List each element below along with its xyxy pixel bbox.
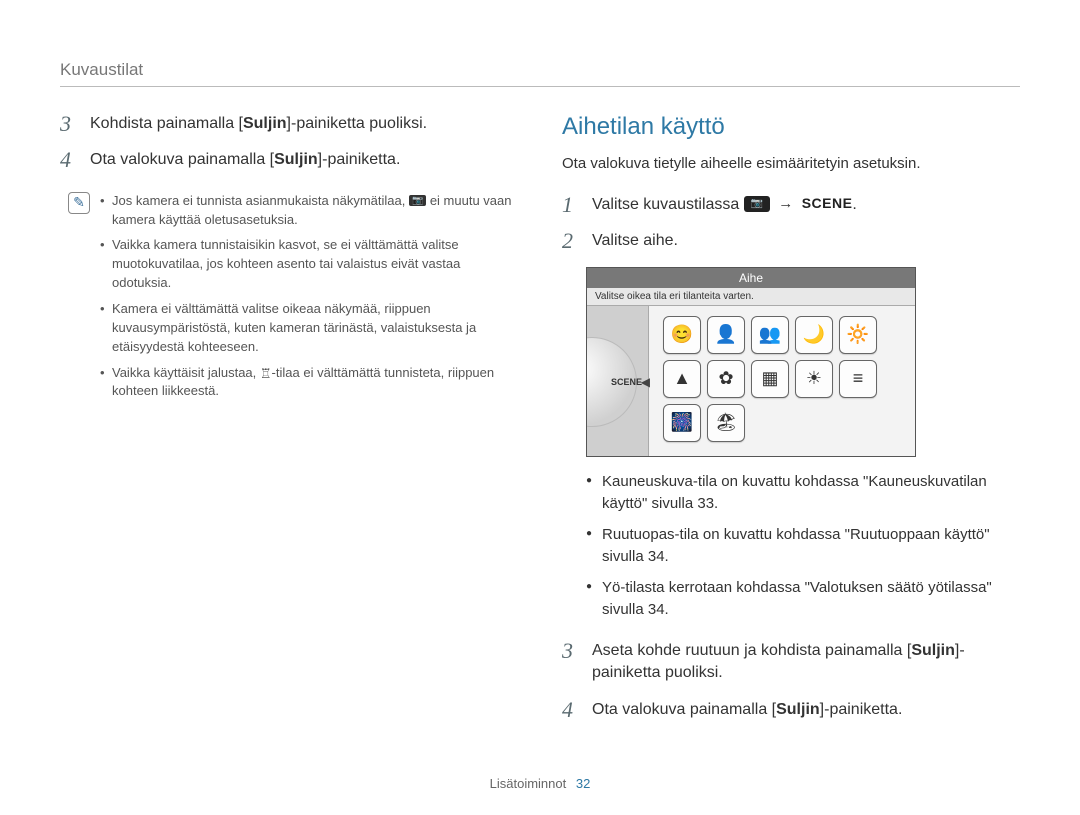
note-item: Kamera ei välttämättä valitse oikeaa näk…	[100, 300, 518, 357]
right-step-4: 4 Ota valokuva painamalla [Suljin]-paini…	[562, 699, 1020, 721]
scene-cell: ✿	[707, 360, 745, 398]
step-number: 2	[562, 230, 580, 252]
scene-cell: 🎆	[663, 404, 701, 442]
smart-icon: 📷	[409, 195, 426, 206]
scene-cell: ≡	[839, 360, 877, 398]
step-text: Valitse kuvaustilassa 📷 → SCENE.	[592, 194, 1020, 216]
mode-dial: SCENE ◀	[587, 306, 649, 457]
breadcrumb: Kuvaustilat	[60, 60, 1020, 87]
scene-cell: ☀	[795, 360, 833, 398]
sub-bullet-item: Yö-tilasta kerrotaan kohdassa "Valotukse…	[586, 577, 1020, 622]
step-text: Valitse aihe.	[592, 230, 1020, 252]
note-item: Jos kamera ei tunnista asianmukaista näk…	[100, 192, 518, 230]
scene-grid: 😊 👤 👥 🌙 🔆 ▲ ✿ ▦ ☀ ≡ 🎆 🏖	[649, 306, 915, 457]
arrow-icon: →	[778, 193, 793, 214]
scene-cell: ▦	[751, 360, 789, 398]
page-footer: Lisätoiminnot 32	[0, 776, 1080, 791]
left-column: 3 Kohdista painamalla [Suljin]-painikett…	[60, 113, 518, 735]
step-text: Aseta kohde ruutuun ja kohdista painamal…	[592, 640, 1020, 685]
note-icon: ✎	[68, 192, 90, 214]
scene-icon: SCENE	[802, 194, 853, 214]
tripod-icon: ♖	[260, 367, 272, 380]
intro-paragraph: Ota valokuva tietylle aiheelle esimäärit…	[562, 153, 1020, 174]
screenshot-hint: Valitse oikea tila eri tilanteita varten…	[587, 288, 915, 306]
sub-bullet-item: Kauneuskuva-tila on kuvattu kohdassa "Ka…	[586, 471, 1020, 516]
note-item: Vaikka kamera tunnistaisikin kasvot, se …	[100, 236, 518, 293]
content-columns: 3 Kohdista painamalla [Suljin]-painikett…	[60, 113, 1020, 735]
step-text: Kohdista painamalla [Suljin]-painiketta …	[90, 113, 518, 135]
step-number: 3	[562, 640, 580, 662]
scene-screenshot: Aihe Valitse oikea tila eri tilanteita v…	[586, 267, 916, 457]
scene-cell: 👥	[751, 316, 789, 354]
scene-cell: 🔆	[839, 316, 877, 354]
right-step-2: 2 Valitse aihe.	[562, 230, 1020, 252]
scene-cell: ▲	[663, 360, 701, 398]
left-step-3: 3 Kohdista painamalla [Suljin]-painikett…	[60, 113, 518, 135]
chevron-left-icon: ◀	[641, 375, 650, 389]
step-number: 4	[60, 149, 78, 171]
left-step-4: 4 Ota valokuva painamalla [Suljin]-paini…	[60, 149, 518, 171]
scene-cell: 🌙	[795, 316, 833, 354]
right-column: Aihetilan käyttö Ota valokuva tietylle a…	[562, 113, 1020, 735]
right-step-3: 3 Aseta kohde ruutuun ja kohdista painam…	[562, 640, 1020, 685]
section-title: Aihetilan käyttö	[562, 113, 1020, 141]
footer-page-number: 32	[576, 776, 590, 791]
screenshot-header: Aihe	[587, 268, 915, 288]
step-number: 4	[562, 699, 580, 721]
step-number: 1	[562, 194, 580, 216]
screenshot-body: SCENE ◀ 😊 👤 👥 🌙 🔆 ▲ ✿ ▦ ☀ ≡ 🎆 🏖	[587, 306, 915, 457]
dial-label: SCENE	[611, 377, 642, 387]
scene-cell: 🏖	[707, 404, 745, 442]
step-number: 3	[60, 113, 78, 135]
note-list: Jos kamera ei tunnista asianmukaista näk…	[100, 192, 518, 408]
right-step-1: 1 Valitse kuvaustilassa 📷 → SCENE.	[562, 194, 1020, 216]
scene-cell: 👤	[707, 316, 745, 354]
footer-section: Lisätoiminnot	[490, 776, 567, 791]
step-text: Ota valokuva painamalla [Suljin]-painike…	[592, 699, 1020, 721]
scene-cell: 😊	[663, 316, 701, 354]
sub-bullets: Kauneuskuva-tila on kuvattu kohdassa "Ka…	[586, 471, 1020, 622]
step-text: Ota valokuva painamalla [Suljin]-painike…	[90, 149, 518, 171]
camera-mode-icon: 📷	[744, 196, 770, 212]
note-box: ✎ Jos kamera ei tunnista asianmukaista n…	[68, 192, 518, 408]
sub-bullet-item: Ruutuopas-tila on kuvattu kohdassa "Ruut…	[586, 524, 1020, 569]
note-item: Vaikka käyttäisit jalustaa, ♖-tilaa ei v…	[100, 364, 518, 402]
